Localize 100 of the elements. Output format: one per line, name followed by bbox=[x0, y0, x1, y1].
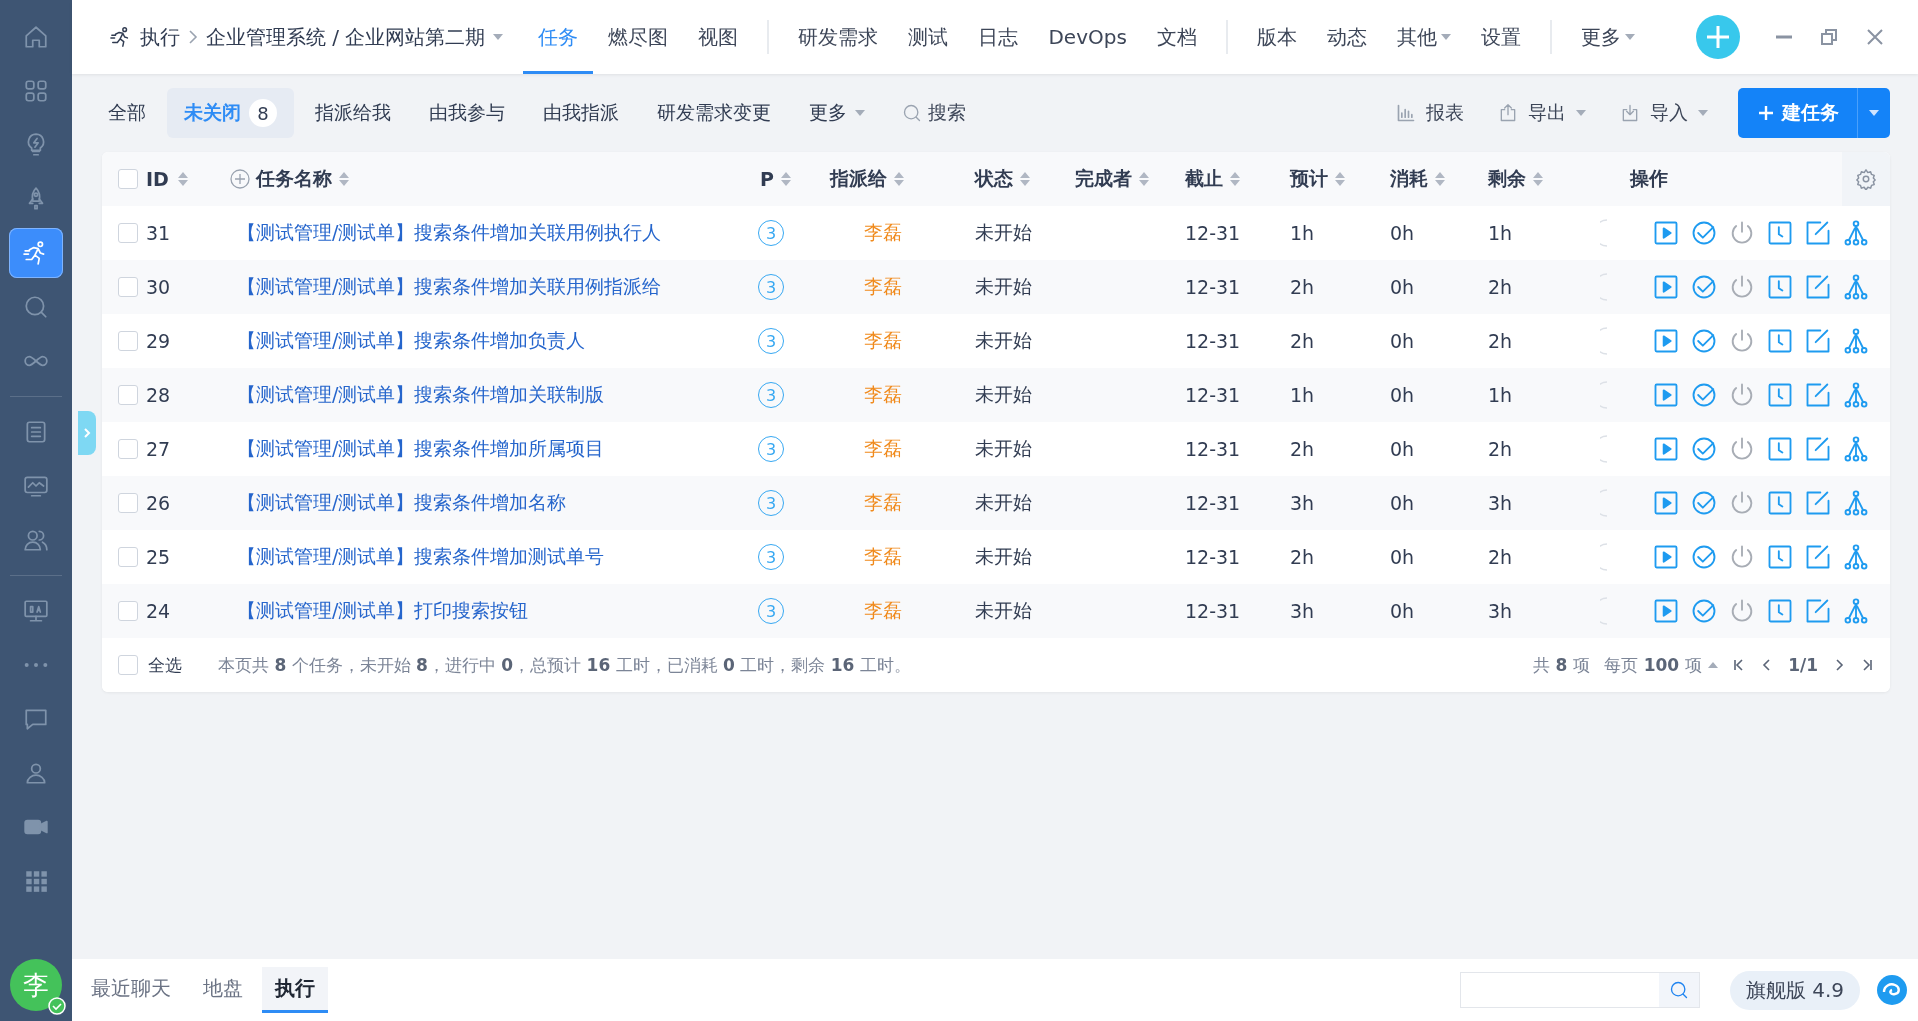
task-name-link[interactable]: 【测试管理/测试单】搜索条件增加所属项目 bbox=[237, 436, 605, 462]
check-circle-icon[interactable] bbox=[1690, 327, 1718, 355]
clock-icon[interactable] bbox=[1766, 543, 1794, 571]
plus-circle-icon[interactable] bbox=[230, 169, 250, 189]
task-name-link[interactable]: 【测试管理/测试单】打印搜索按钮 bbox=[237, 598, 529, 624]
clock-icon[interactable] bbox=[1766, 489, 1794, 517]
nav-tab[interactable]: 测试 bbox=[893, 0, 964, 74]
clock-icon[interactable] bbox=[1766, 273, 1794, 301]
row-checkbox[interactable] bbox=[118, 601, 138, 621]
filter-tab[interactable]: 由我参与 bbox=[412, 88, 522, 138]
edit-icon[interactable] bbox=[1804, 543, 1832, 571]
restore-button[interactable] bbox=[1820, 28, 1838, 46]
task-name-link[interactable]: 【测试管理/测试单】搜索条件增加关联用例指派给 bbox=[237, 274, 662, 300]
nav-tab[interactable]: 其他 bbox=[1381, 0, 1466, 74]
hierarchy-icon[interactable] bbox=[1842, 543, 1870, 571]
filter-tab[interactable]: 未关闭 8 bbox=[167, 88, 294, 138]
clock-icon[interactable] bbox=[1766, 435, 1794, 463]
clock-icon[interactable] bbox=[1766, 597, 1794, 625]
minimize-button[interactable] bbox=[1776, 35, 1792, 39]
row-checkbox[interactable] bbox=[118, 331, 138, 351]
header-checkbox[interactable] bbox=[118, 169, 138, 189]
project-selector[interactable]: 企业管理系统 / 企业网站第二期 bbox=[206, 23, 504, 51]
filter-tab[interactable]: 指派给我 bbox=[298, 88, 408, 138]
sort-icon[interactable] bbox=[893, 171, 905, 187]
task-name-link[interactable]: 【测试管理/测试单】搜索条件增加关联制版 bbox=[237, 382, 605, 408]
nav-tab[interactable]: 视图 bbox=[683, 0, 754, 74]
check-circle-icon[interactable] bbox=[1690, 381, 1718, 409]
check-circle-icon[interactable] bbox=[1690, 489, 1718, 517]
sort-icon[interactable] bbox=[1019, 171, 1031, 187]
hierarchy-icon[interactable] bbox=[1842, 435, 1870, 463]
edit-icon[interactable] bbox=[1804, 273, 1832, 301]
check-circle-icon[interactable] bbox=[1690, 597, 1718, 625]
task-name-link[interactable]: 【测试管理/测试单】搜索条件增加关联用例执行人 bbox=[237, 220, 662, 246]
nav-tab[interactable]: 任务 bbox=[523, 0, 594, 74]
nav-tab[interactable]: 版本 bbox=[1241, 0, 1312, 74]
check-circle-icon[interactable] bbox=[1690, 219, 1718, 247]
play-icon[interactable] bbox=[1652, 489, 1680, 517]
filter-tab[interactable]: 由我指派 bbox=[526, 88, 636, 138]
select-all-checkbox[interactable] bbox=[118, 655, 138, 675]
play-icon[interactable] bbox=[1652, 543, 1680, 571]
sort-icon[interactable] bbox=[338, 171, 350, 187]
app-tab[interactable]: 最近聊天 bbox=[78, 967, 184, 1013]
check-circle-icon[interactable] bbox=[1690, 435, 1718, 463]
sort-icon[interactable] bbox=[1434, 171, 1446, 187]
clock-icon[interactable] bbox=[1766, 327, 1794, 355]
filter-tab[interactable]: 更多 bbox=[792, 88, 882, 138]
select-all-label[interactable]: 全选 bbox=[148, 653, 182, 677]
edit-icon[interactable] bbox=[1804, 597, 1832, 625]
task-name-link[interactable]: 【测试管理/测试单】搜索条件增加名称 bbox=[237, 490, 567, 516]
app-tab[interactable]: 地盘 bbox=[190, 967, 256, 1013]
close-button[interactable] bbox=[1866, 28, 1884, 46]
row-checkbox[interactable] bbox=[118, 439, 138, 459]
add-button[interactable] bbox=[1696, 15, 1740, 59]
sort-icon[interactable] bbox=[1138, 171, 1150, 187]
sidebar-item[interactable] bbox=[9, 228, 63, 278]
import-button[interactable]: 导入 bbox=[1620, 100, 1708, 126]
hierarchy-icon[interactable] bbox=[1842, 327, 1870, 355]
nav-tab[interactable]: 更多 bbox=[1565, 0, 1650, 74]
play-icon[interactable] bbox=[1652, 219, 1680, 247]
nav-tab[interactable]: DevOps bbox=[1033, 0, 1142, 74]
search-field[interactable] bbox=[1459, 972, 1700, 1008]
search-icon[interactable] bbox=[1668, 980, 1689, 1000]
nav-tab[interactable]: 燃尽图 bbox=[593, 0, 684, 74]
nav-tab[interactable]: 设置 bbox=[1465, 0, 1536, 74]
hierarchy-icon[interactable] bbox=[1842, 381, 1870, 409]
nav-tab[interactable]: 研发需求 bbox=[783, 0, 894, 74]
edit-icon[interactable] bbox=[1804, 381, 1832, 409]
report-button[interactable]: 报表 bbox=[1396, 100, 1464, 126]
edit-icon[interactable] bbox=[1804, 435, 1832, 463]
export-button[interactable]: 导出 bbox=[1498, 100, 1586, 126]
settings-button[interactable] bbox=[1842, 152, 1890, 206]
sort-icon[interactable] bbox=[176, 171, 189, 187]
sort-icon[interactable] bbox=[779, 171, 792, 187]
row-checkbox[interactable] bbox=[118, 493, 138, 513]
edit-icon[interactable] bbox=[1804, 219, 1832, 247]
clock-icon[interactable] bbox=[1766, 219, 1794, 247]
play-icon[interactable] bbox=[1652, 597, 1680, 625]
page-size-selector[interactable]: 每页 100 项 bbox=[1603, 653, 1719, 677]
check-circle-icon[interactable] bbox=[1690, 273, 1718, 301]
row-checkbox[interactable] bbox=[118, 547, 138, 567]
play-icon[interactable] bbox=[1652, 273, 1680, 301]
hierarchy-icon[interactable] bbox=[1842, 219, 1870, 247]
nav-tab[interactable]: 动态 bbox=[1311, 0, 1382, 74]
filter-tab[interactable]: 全部 bbox=[91, 88, 163, 138]
task-name-link[interactable]: 【测试管理/测试单】搜索条件增加负责人 bbox=[237, 328, 586, 354]
row-checkbox[interactable] bbox=[118, 277, 138, 297]
task-name-link[interactable]: 【测试管理/测试单】搜索条件增加测试单号 bbox=[237, 544, 605, 570]
edit-icon[interactable] bbox=[1804, 489, 1832, 517]
last-page-button[interactable] bbox=[1860, 658, 1874, 672]
check-circle-icon[interactable] bbox=[1690, 543, 1718, 571]
hierarchy-icon[interactable] bbox=[1842, 597, 1870, 625]
sort-icon[interactable] bbox=[1532, 171, 1544, 187]
hierarchy-icon[interactable] bbox=[1842, 273, 1870, 301]
sort-icon[interactable] bbox=[1229, 171, 1241, 187]
play-icon[interactable] bbox=[1652, 327, 1680, 355]
play-icon[interactable] bbox=[1652, 381, 1680, 409]
clock-icon[interactable] bbox=[1766, 381, 1794, 409]
breadcrumb-link[interactable]: 执行 bbox=[140, 23, 180, 51]
nav-tab[interactable]: 文档 bbox=[1141, 0, 1212, 74]
app-tab[interactable]: 执行 bbox=[262, 967, 328, 1013]
